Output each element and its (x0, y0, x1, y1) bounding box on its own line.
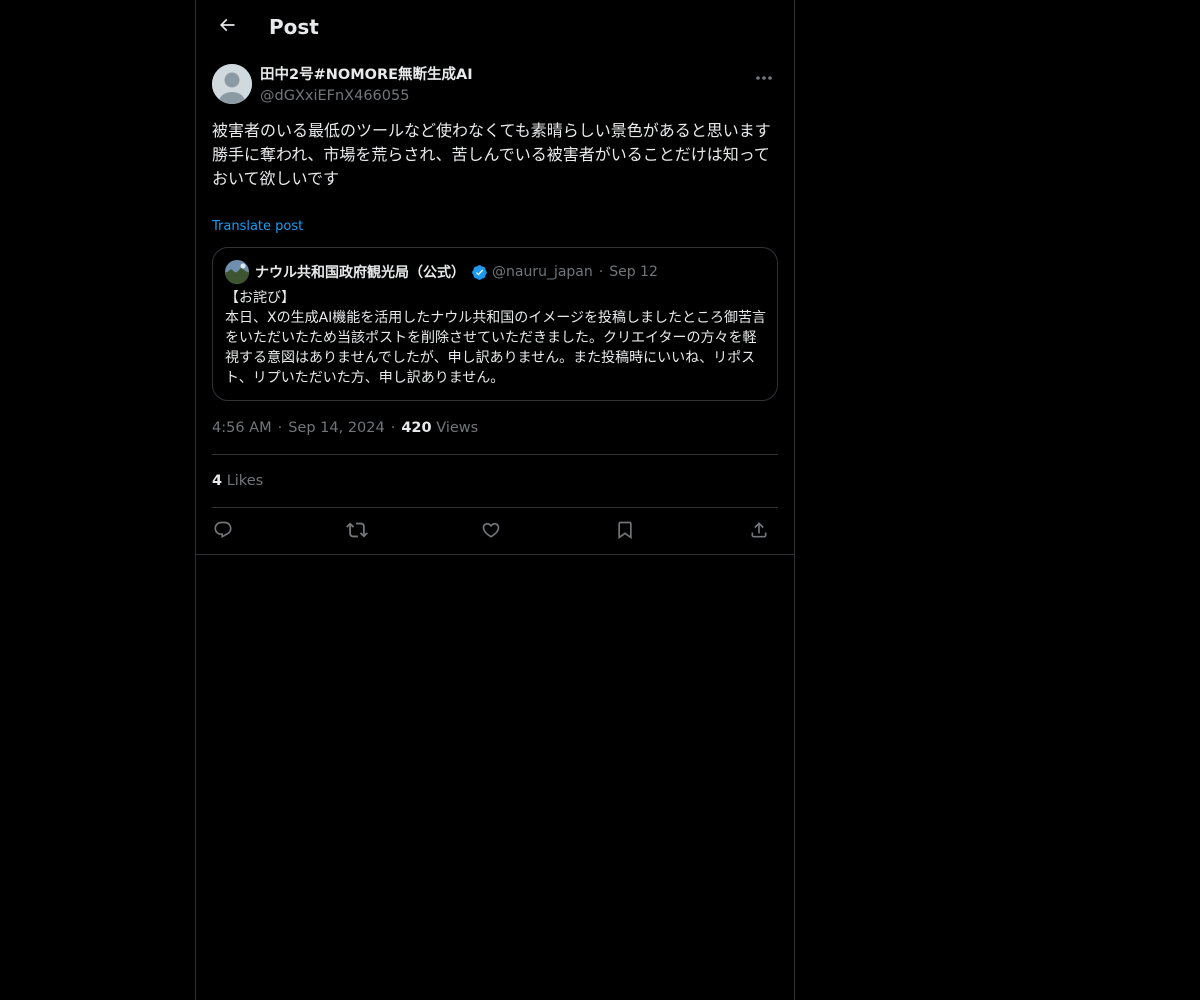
reply-button[interactable] (210, 519, 236, 545)
post-actions-bar (212, 508, 778, 554)
likes-count: 4 (212, 473, 223, 489)
quoted-post-text: 【お詫び】 本日、Xの生成AI機能を活用したナウル共和国のイメージを投稿しました… (225, 288, 767, 388)
like-heart-icon (481, 520, 501, 544)
quoted-author-name: ナウル共和国政府観光局（公式） (255, 265, 465, 281)
post-text-line: 被害者のいる最低のツールなど使わなくても素晴らしい景色があると思います (212, 121, 771, 140)
views-count: 420 (401, 420, 432, 436)
share-button[interactable] (746, 519, 772, 545)
separator-dot: · (277, 420, 283, 436)
separator-dot: · (390, 420, 396, 436)
back-button[interactable] (210, 10, 244, 44)
quoted-post-header: ナウル共和国政府観光局（公式） @nauru_japan · Sep 12 (225, 260, 658, 284)
quoted-avatar[interactable] (225, 260, 249, 284)
reply-icon (213, 520, 233, 544)
more-options-button[interactable] (750, 64, 778, 86)
more-horizontal-icon (755, 66, 773, 85)
post-detail-column: Post 田中2号#NOMORE無断生成AI @dGXxiEFnX466055 … (195, 0, 795, 1000)
arrow-left-icon (217, 15, 237, 39)
divider (212, 454, 778, 455)
divider (196, 554, 794, 555)
verified-badge-icon (471, 264, 488, 281)
post-time[interactable]: 4:56 AM (212, 420, 272, 436)
post-metadata: 4:56 AM · Sep 14, 2024 · 420 Views (212, 418, 478, 438)
likes-label: Likes (226, 473, 264, 489)
views-label: Views (436, 420, 479, 436)
post-author: 田中2号#NOMORE無断生成AI @dGXxiEFnX466055 (212, 64, 778, 106)
likes-stat[interactable]: 4 Likes (212, 471, 263, 491)
repost-icon (346, 519, 368, 545)
bookmark-icon (615, 520, 635, 544)
author-handle[interactable]: @dGXxiEFnX466055 (260, 86, 409, 106)
quoted-post-date: Sep 12 (609, 264, 658, 280)
bookmark-button[interactable] (612, 519, 638, 545)
author-name[interactable]: 田中2号#NOMORE無断生成AI (260, 65, 473, 85)
header: Post (196, 0, 794, 53)
post-text-line: 勝手に奪われ、市場を荒らされ、苦しんでいる被害者がいることだけは知っておいて欲し… (212, 145, 770, 188)
quoted-text-line: 本日、Xの生成AI機能を活用したナウル共和国のイメージを投稿しましたところ御苦言… (225, 310, 767, 386)
like-button[interactable] (478, 519, 504, 545)
post-text: 被害者のいる最低のツールなど使わなくても素晴らしい景色があると思います 勝手に奪… (212, 119, 778, 191)
quoted-text-line: 【お詫び】 (225, 290, 295, 306)
repost-button[interactable] (344, 519, 370, 545)
quoted-author-handle: @nauru_japan (492, 264, 593, 280)
quoted-post[interactable]: ナウル共和国政府観光局（公式） @nauru_japan · Sep 12 【お… (212, 247, 778, 401)
avatar[interactable] (212, 64, 252, 104)
translate-post-link[interactable]: Translate post (212, 218, 303, 236)
post-date[interactable]: Sep 14, 2024 (288, 420, 385, 436)
share-icon (749, 520, 769, 544)
separator-dot: · (598, 264, 604, 280)
page-title: Post (269, 15, 319, 39)
